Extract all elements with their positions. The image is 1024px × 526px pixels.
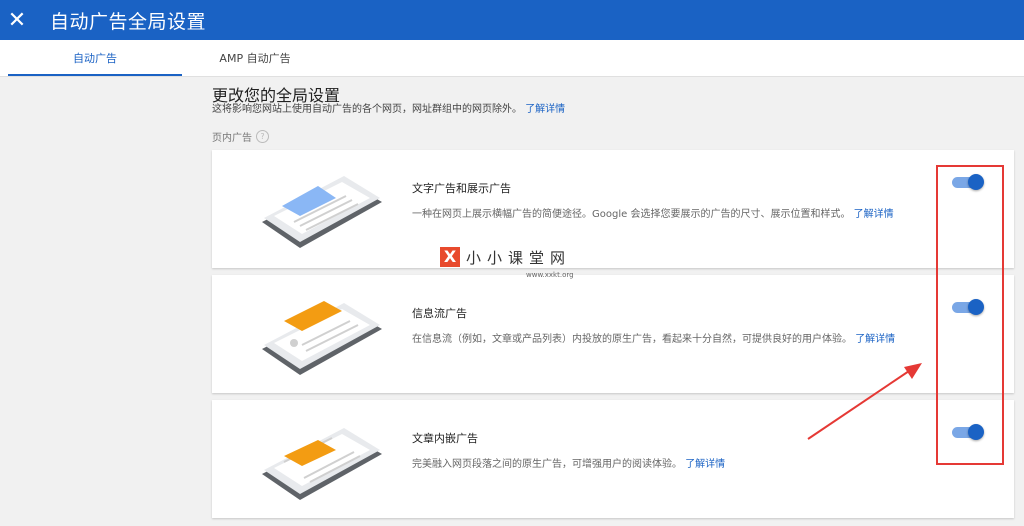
in-page-ads-label: 页内广告 ? [212, 129, 269, 144]
close-icon: ✕ [7, 7, 27, 33]
help-icon[interactable]: ? [256, 130, 269, 143]
card-description-text: 在信息流（例如，文章或产品列表）内投放的原生广告，看起来十分自然，可提供良好的用… [412, 334, 852, 345]
annotation-arrow-icon [807, 363, 922, 440]
close-button[interactable]: ✕ [0, 0, 34, 40]
learn-more-link[interactable]: 了解详情 [525, 104, 565, 115]
section-subheading: 这将影响您网站上使用自动广告的各个网页，网址群组中的网页除外。 了解详情 [212, 100, 565, 115]
in-feed-ads-illustration [262, 301, 382, 375]
subheading-text: 这将影响您网站上使用自动广告的各个网页，网址群组中的网页除外。 [212, 104, 522, 115]
in-page-ads-text: 页内广告 [212, 133, 252, 144]
watermark: X 小小课堂网 www.xxkt.org [440, 247, 574, 279]
tab-amp-auto-ads[interactable]: AMP 自动广告 [182, 40, 328, 76]
watermark-logo: X [440, 247, 460, 267]
card-description: 一种在网页上展示横幅广告的简便途径。Google 会选择您要展示的广告的尺寸、展… [412, 205, 894, 220]
card-description: 在信息流（例如，文章或产品列表）内投放的原生广告，看起来十分自然，可提供良好的用… [412, 330, 895, 345]
card-learn-more-link[interactable]: 了解详情 [855, 334, 895, 345]
text-display-ads-illustration [262, 176, 382, 248]
card-description-text: 一种在网页上展示横幅广告的简便途径。Google 会选择您要展示的广告的尺寸、展… [412, 209, 851, 220]
in-article-ads-illustration [262, 428, 382, 500]
tab-auto-ads[interactable]: 自动广告 [8, 40, 182, 76]
card-learn-more-link[interactable]: 了解详情 [685, 459, 725, 470]
card-title: 文字广告和展示广告 [412, 182, 511, 195]
annotation-highlight-box [936, 165, 1004, 465]
page-title: 自动广告全局设置 [50, 10, 207, 33]
card-title: 信息流广告 [412, 307, 467, 320]
top-app-bar: ✕ 自动广告全局设置 [0, 0, 1024, 40]
card-title: 文章内嵌广告 [412, 432, 478, 445]
tab-bar: 自动广告 AMP 自动广告 [0, 40, 1024, 77]
card-description-text: 完美融入网页段落之间的原生广告，可增强用户的阅读体验。 [412, 459, 682, 470]
card-learn-more-link[interactable]: 了解详情 [854, 209, 894, 220]
watermark-text: 小小课堂网 [466, 249, 572, 267]
card-description: 完美融入网页段落之间的原生广告，可增强用户的阅读体验。 了解详情 [412, 455, 725, 470]
card-text-display-ads: 文字广告和展示广告 一种在网页上展示横幅广告的简便途径。Google 会选择您要… [212, 150, 1014, 268]
watermark-url: www.xxkt.org [526, 271, 574, 279]
